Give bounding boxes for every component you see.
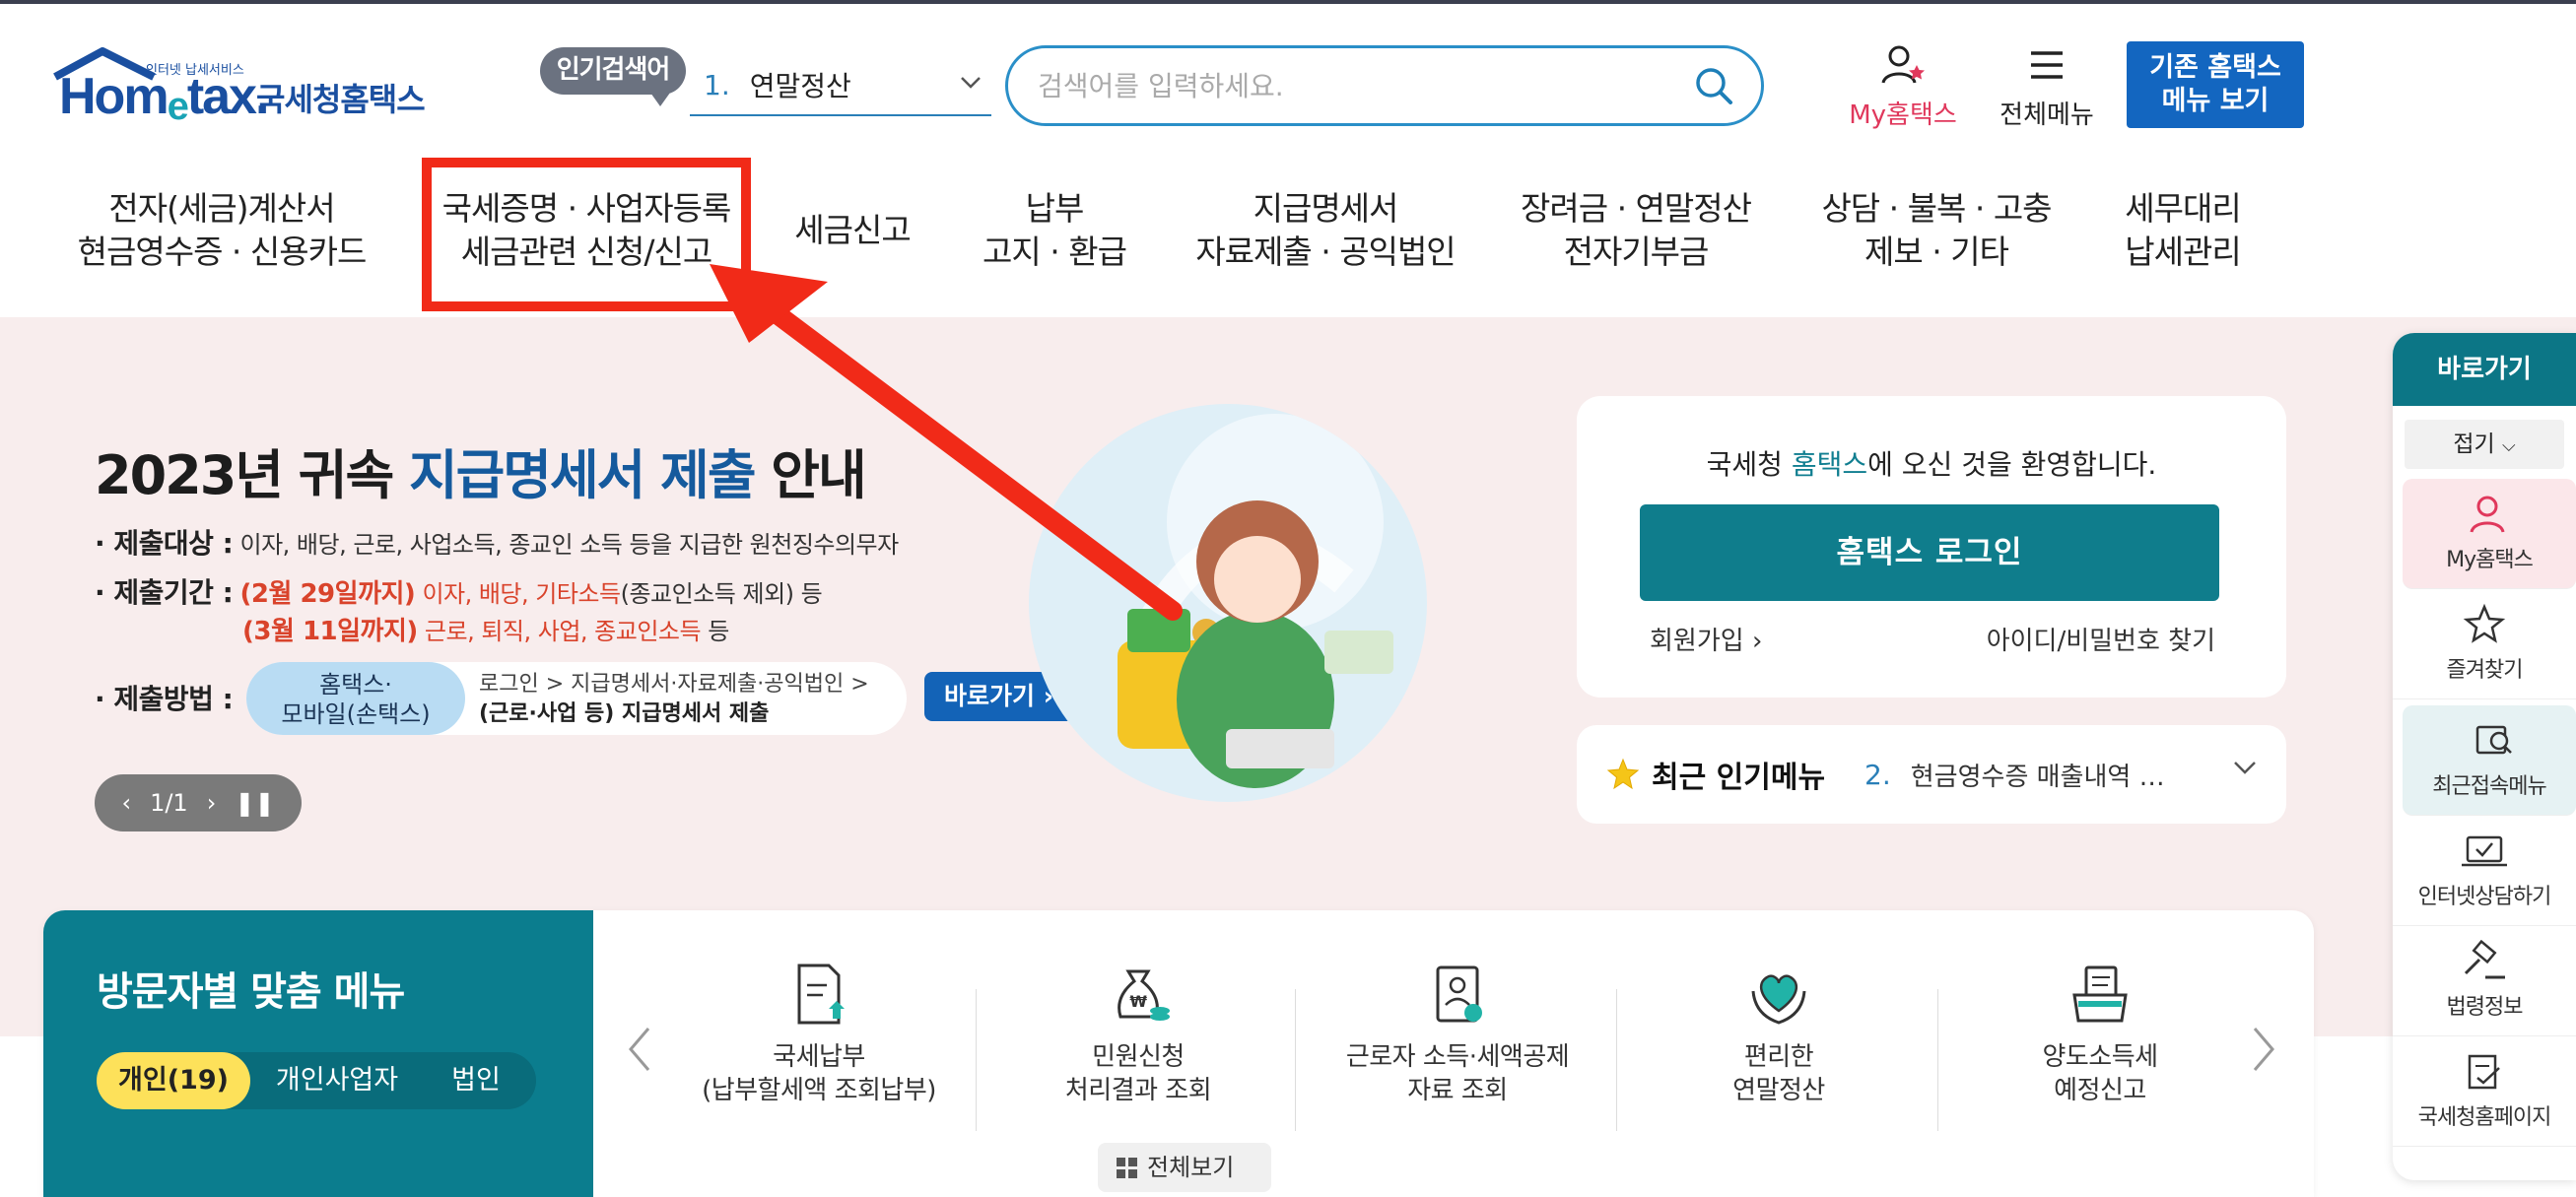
- document-check-icon: [2468, 1054, 2500, 1090]
- quick-label: 최근접속메뉴: [2432, 774, 2546, 799]
- recent-search-icon: [2475, 725, 2512, 755]
- tab-corporation[interactable]: 법인: [422, 1052, 530, 1109]
- view-all-button[interactable]: 전체보기: [1098, 1143, 1271, 1192]
- tab-individual[interactable]: 개인(19): [97, 1052, 250, 1109]
- login-card: 국세청 홈택스에 오신 것을 환영합니다. 홈택스 로그인 회원가입 › 아이디…: [1577, 396, 2286, 698]
- hometax-login-button[interactable]: 홈택스 로그인: [1640, 504, 2219, 601]
- item-label: 자료 조회: [1407, 1076, 1508, 1105]
- find-id-password-link[interactable]: 아이디/비밀번호 찾기: [1987, 621, 2215, 657]
- quick-label: 즐겨찾기: [2446, 658, 2524, 683]
- worker-document-icon: [1436, 965, 1482, 1023]
- user-icon: [2470, 496, 2505, 533]
- recent-popular-rank: 2.: [1864, 758, 1891, 791]
- quick-online-consult[interactable]: 인터넷상담하기: [2393, 816, 2576, 926]
- tab-individual-business[interactable]: 개인사업자: [258, 1052, 416, 1109]
- item-label: 편리한: [1743, 1042, 1814, 1072]
- folder-document-icon: [2072, 965, 2128, 1023]
- gavel-icon: [2464, 940, 2505, 979]
- item-label: 근로자 소득·세액공제: [1345, 1042, 1570, 1072]
- divider: [976, 989, 977, 1131]
- divider: [1616, 989, 1617, 1131]
- recent-popular-menu[interactable]: 최근 인기메뉴 2. 현금영수증 매출내역 …: [1577, 725, 2286, 824]
- visitor-type-tabs: 개인(19) 개인사업자 법인: [97, 1052, 536, 1109]
- quick-label: 국세청홈페이지: [2417, 1105, 2552, 1130]
- quick-nts-homepage[interactable]: 국세청홈페이지: [2393, 1036, 2576, 1147]
- sign-up-link[interactable]: 회원가입 ›: [1650, 621, 1762, 657]
- custom-item-year-end-settlement[interactable]: 편리한 연말정산: [1622, 958, 1935, 1107]
- quick-label: 인터넷상담하기: [2417, 885, 2552, 909]
- recent-popular-text: 현금영수증 매출내역 …: [1910, 762, 2165, 792]
- item-label: 민원신청: [1092, 1042, 1185, 1072]
- item-label: 예정신고: [2054, 1076, 2146, 1105]
- quick-my-hometax[interactable]: My홈택스: [2403, 479, 2576, 589]
- money-bag-icon: ₩: [1118, 969, 1170, 1021]
- custom-item-capital-gains[interactable]: 양도소득세 예정신고: [1943, 958, 2257, 1107]
- divider: [1295, 989, 1296, 1131]
- quick-links-bar: 바로가기 접기 ⌵ My홈택스 즐겨찾기 최근접속메뉴 인터넷상담하기 법령정보…: [2393, 333, 2576, 1180]
- welcome-text: 국세청 홈택스에 오신 것을 환영합니다.: [1706, 448, 2157, 481]
- quick-law-info[interactable]: 법령정보: [2393, 926, 2576, 1036]
- quick-favorites[interactable]: 즐겨찾기: [2393, 589, 2576, 699]
- heart-hands-icon: [1751, 974, 1806, 1025]
- quickbar-fold-button[interactable]: 접기 ⌵: [2405, 420, 2564, 469]
- laptop-check-icon: [2462, 835, 2507, 867]
- recent-popular-title: 최근 인기메뉴: [1652, 761, 1826, 795]
- quick-recent-menu[interactable]: 최근접속메뉴: [2403, 705, 2576, 816]
- quick-label: 법령정보: [2446, 995, 2524, 1020]
- custom-menu-header-panel: 방문자별 맞춤 메뉴 개인(19) 개인사업자 법인: [43, 910, 593, 1197]
- item-label: (납부할세액 조회납부): [702, 1076, 936, 1105]
- custom-item-tax-payment[interactable]: 국세납부 (납부할세액 조회납부): [662, 958, 976, 1107]
- star-icon: [1606, 758, 1640, 790]
- quickbar-title: 바로가기: [2393, 333, 2576, 406]
- item-label: 양도소득세: [2042, 1042, 2158, 1072]
- svg-text:₩: ₩: [1129, 992, 1147, 1011]
- chevron-down-icon: ⌵: [2501, 435, 2516, 456]
- star-outline-icon: [2463, 603, 2506, 643]
- item-label: 국세납부: [773, 1042, 865, 1072]
- chevron-right-icon: ›: [1751, 627, 1763, 656]
- item-label: 연말정산: [1732, 1076, 1825, 1105]
- custom-item-worker-deduction[interactable]: 근로자 소득·세액공제 자료 조회: [1301, 958, 1614, 1107]
- chevron-left-icon[interactable]: [625, 1025, 654, 1086]
- view-all-label: 전체보기: [1147, 1154, 1235, 1181]
- quick-label: My홈택스: [2446, 548, 2534, 572]
- tax-bill-icon: [797, 964, 845, 1025]
- custom-item-civil-request[interactable]: ₩ 민원신청 처리결과 조회: [982, 958, 1295, 1107]
- grid-icon: [1117, 1158, 1137, 1178]
- divider: [1937, 989, 1938, 1131]
- custom-menu-title: 방문자별 맞춤 메뉴: [97, 969, 405, 1015]
- chevron-down-icon[interactable]: [2231, 753, 2259, 788]
- item-label: 처리결과 조회: [1064, 1076, 1212, 1105]
